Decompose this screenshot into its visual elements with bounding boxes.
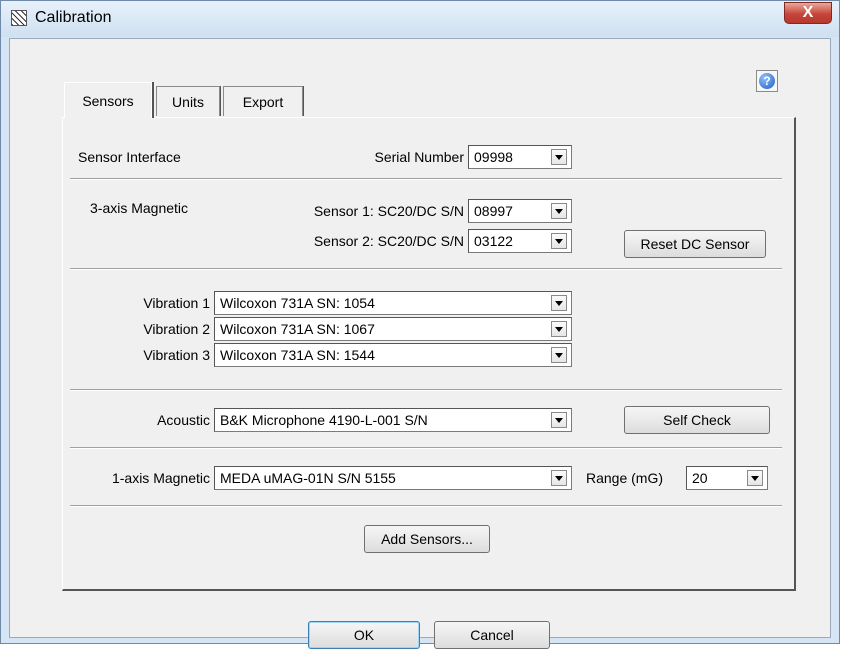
vibration1-label: Vibration 1 <box>143 295 210 311</box>
range-value: 20 <box>692 470 708 486</box>
range-select[interactable]: 20 <box>686 466 768 490</box>
vibration2-value: Wilcoxon 731A SN: 1067 <box>220 321 375 337</box>
chevron-down-icon[interactable] <box>551 321 567 337</box>
sensor1-value: 08997 <box>474 203 513 219</box>
vibration1-value: Wilcoxon 731A SN: 1054 <box>220 295 375 311</box>
serial-number-value: 09998 <box>474 149 513 165</box>
divider <box>70 389 782 391</box>
vibration3-label: Vibration 3 <box>143 347 210 363</box>
divider <box>70 268 782 270</box>
chevron-down-icon[interactable] <box>551 412 567 428</box>
sensor2-label: Sensor 2: SC20/DC S/N <box>313 233 464 249</box>
sensor-interface-label: Sensor Interface <box>78 149 181 165</box>
reset-dc-sensor-button[interactable]: Reset DC Sensor <box>624 230 766 258</box>
divider <box>70 447 782 449</box>
self-check-button[interactable]: Self Check <box>624 406 770 434</box>
ok-button[interactable]: OK <box>308 621 420 649</box>
divider <box>70 178 782 180</box>
chevron-down-icon[interactable] <box>551 295 567 311</box>
magnetic1-value: MEDA uMAG-01N S/N 5155 <box>220 470 396 486</box>
vibration1-select[interactable]: Wilcoxon 731A SN: 1054 <box>214 291 572 315</box>
acoustic-label: Acoustic <box>157 412 210 428</box>
help-button[interactable]: ? <box>756 70 778 92</box>
sensor2-value: 03122 <box>474 233 513 249</box>
tab-sensors[interactable]: Sensors <box>64 82 152 118</box>
add-sensors-button[interactable]: Add Sensors... <box>364 525 490 553</box>
vibration2-select[interactable]: Wilcoxon 731A SN: 1067 <box>214 317 572 341</box>
serial-number-select[interactable]: 09998 <box>468 145 572 169</box>
sensor1-select[interactable]: 08997 <box>468 199 572 223</box>
vibration2-label: Vibration 2 <box>143 321 210 337</box>
sensor1-label: Sensor 1: SC20/DC S/N <box>313 203 464 219</box>
serial-number-label: Serial Number <box>374 149 464 165</box>
help-icon: ? <box>759 73 775 89</box>
calibration-window: Calibration X ? Sensors Units Export Sen… <box>0 0 840 649</box>
vibration3-select[interactable]: Wilcoxon 731A SN: 1544 <box>214 343 572 367</box>
app-icon <box>11 10 27 26</box>
cancel-button[interactable]: Cancel <box>434 621 550 649</box>
chevron-down-icon[interactable] <box>551 233 567 249</box>
tab-export[interactable]: Export <box>223 86 303 116</box>
acoustic-select[interactable]: B&K Microphone 4190-L-001 S/N <box>214 408 572 432</box>
close-button[interactable]: X <box>784 2 832 24</box>
chevron-down-icon[interactable] <box>551 470 567 486</box>
title-bar[interactable]: Calibration X <box>1 1 839 37</box>
acoustic-value: B&K Microphone 4190-L-001 S/N <box>220 412 428 428</box>
range-label: Range (mG) <box>586 470 664 486</box>
chevron-down-icon[interactable] <box>747 470 763 486</box>
dialog-client-area: ? Sensors Units Export Sensor Interface … <box>9 38 831 649</box>
magnetic3-label: 3-axis Magnetic <box>90 200 189 216</box>
tab-units[interactable]: Units <box>156 86 220 116</box>
chevron-down-icon[interactable] <box>551 347 567 363</box>
magnetic1-select[interactable]: MEDA uMAG-01N S/N 5155 <box>214 466 572 490</box>
chevron-down-icon[interactable] <box>551 203 567 219</box>
divider <box>70 505 782 507</box>
chevron-down-icon[interactable] <box>551 149 567 165</box>
sensor2-select[interactable]: 03122 <box>468 229 572 253</box>
vibration3-value: Wilcoxon 731A SN: 1544 <box>220 347 375 363</box>
window-title: Calibration <box>35 9 112 26</box>
magnetic1-label: 1-axis Magnetic <box>111 470 210 486</box>
